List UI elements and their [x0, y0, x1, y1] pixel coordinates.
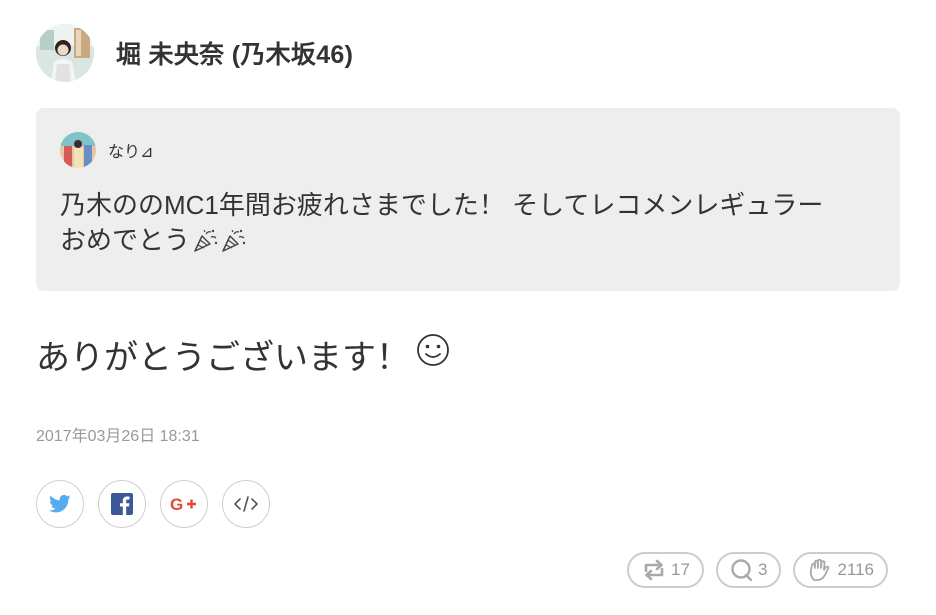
quoted-user-name[interactable]: なり⊿ [108, 138, 153, 162]
svg-text:G: G [170, 495, 183, 513]
clapping-hand-icon [807, 558, 833, 582]
share-buttons: G [36, 480, 284, 528]
share-google-plus-button[interactable]: G [160, 480, 208, 528]
like-button[interactable]: 2116 [793, 552, 888, 588]
quoted-text-line-1: 乃木ののMC1年間お疲れさまでした！ そしてレコメンレギュラー [60, 190, 824, 220]
quoted-user-avatar[interactable] [60, 132, 96, 168]
embed-code-button[interactable] [222, 480, 270, 528]
reaction-counts: 17 3 2116 [615, 552, 888, 588]
quoted-tweet-header: なり⊿ [60, 132, 153, 168]
tweet-timestamp[interactable]: 2017年03月26日 18:31 [36, 422, 200, 446]
author-avatar[interactable] [36, 24, 94, 82]
quoted-tweet[interactable]: なり⊿ 乃木ののMC1年間お疲れさまでした！ そしてレコメンレギュラー おめでと… [36, 108, 900, 291]
share-facebook-button[interactable] [98, 480, 146, 528]
like-count: 2116 [837, 560, 874, 579]
google-plus-icon: G [170, 495, 198, 513]
tweet-header: 堀 未央奈 (乃木坂46) [36, 22, 353, 84]
quoted-tweet-text: 乃木ののMC1年間お疲れさまでした！ そしてレコメンレギュラー おめでとう [60, 188, 880, 258]
smiling-face-icon [416, 333, 450, 376]
share-twitter-button[interactable] [36, 480, 84, 528]
party-popper-icon [192, 228, 218, 254]
tweet-text-label: ありがとうございます！ [36, 339, 410, 377]
retweet-button[interactable]: 17 [627, 552, 704, 588]
twitter-bird-icon [49, 494, 71, 514]
code-icon [234, 496, 258, 512]
party-popper-icon [220, 228, 246, 254]
tweet-text: ありがとうございます！ [36, 330, 450, 379]
facebook-f-icon [111, 493, 133, 515]
retweet-count: 17 [671, 560, 690, 579]
quoted-text-line-2: おめでとう [60, 223, 880, 258]
author-name[interactable]: 堀 未央奈 (乃木坂46) [116, 35, 353, 71]
quoted-text-line-2-label: おめでとう [60, 225, 191, 255]
reply-button[interactable]: 3 [715, 552, 782, 588]
retweet-icon [641, 559, 667, 581]
reply-bubble-icon [730, 559, 754, 581]
reply-count: 3 [757, 560, 768, 579]
